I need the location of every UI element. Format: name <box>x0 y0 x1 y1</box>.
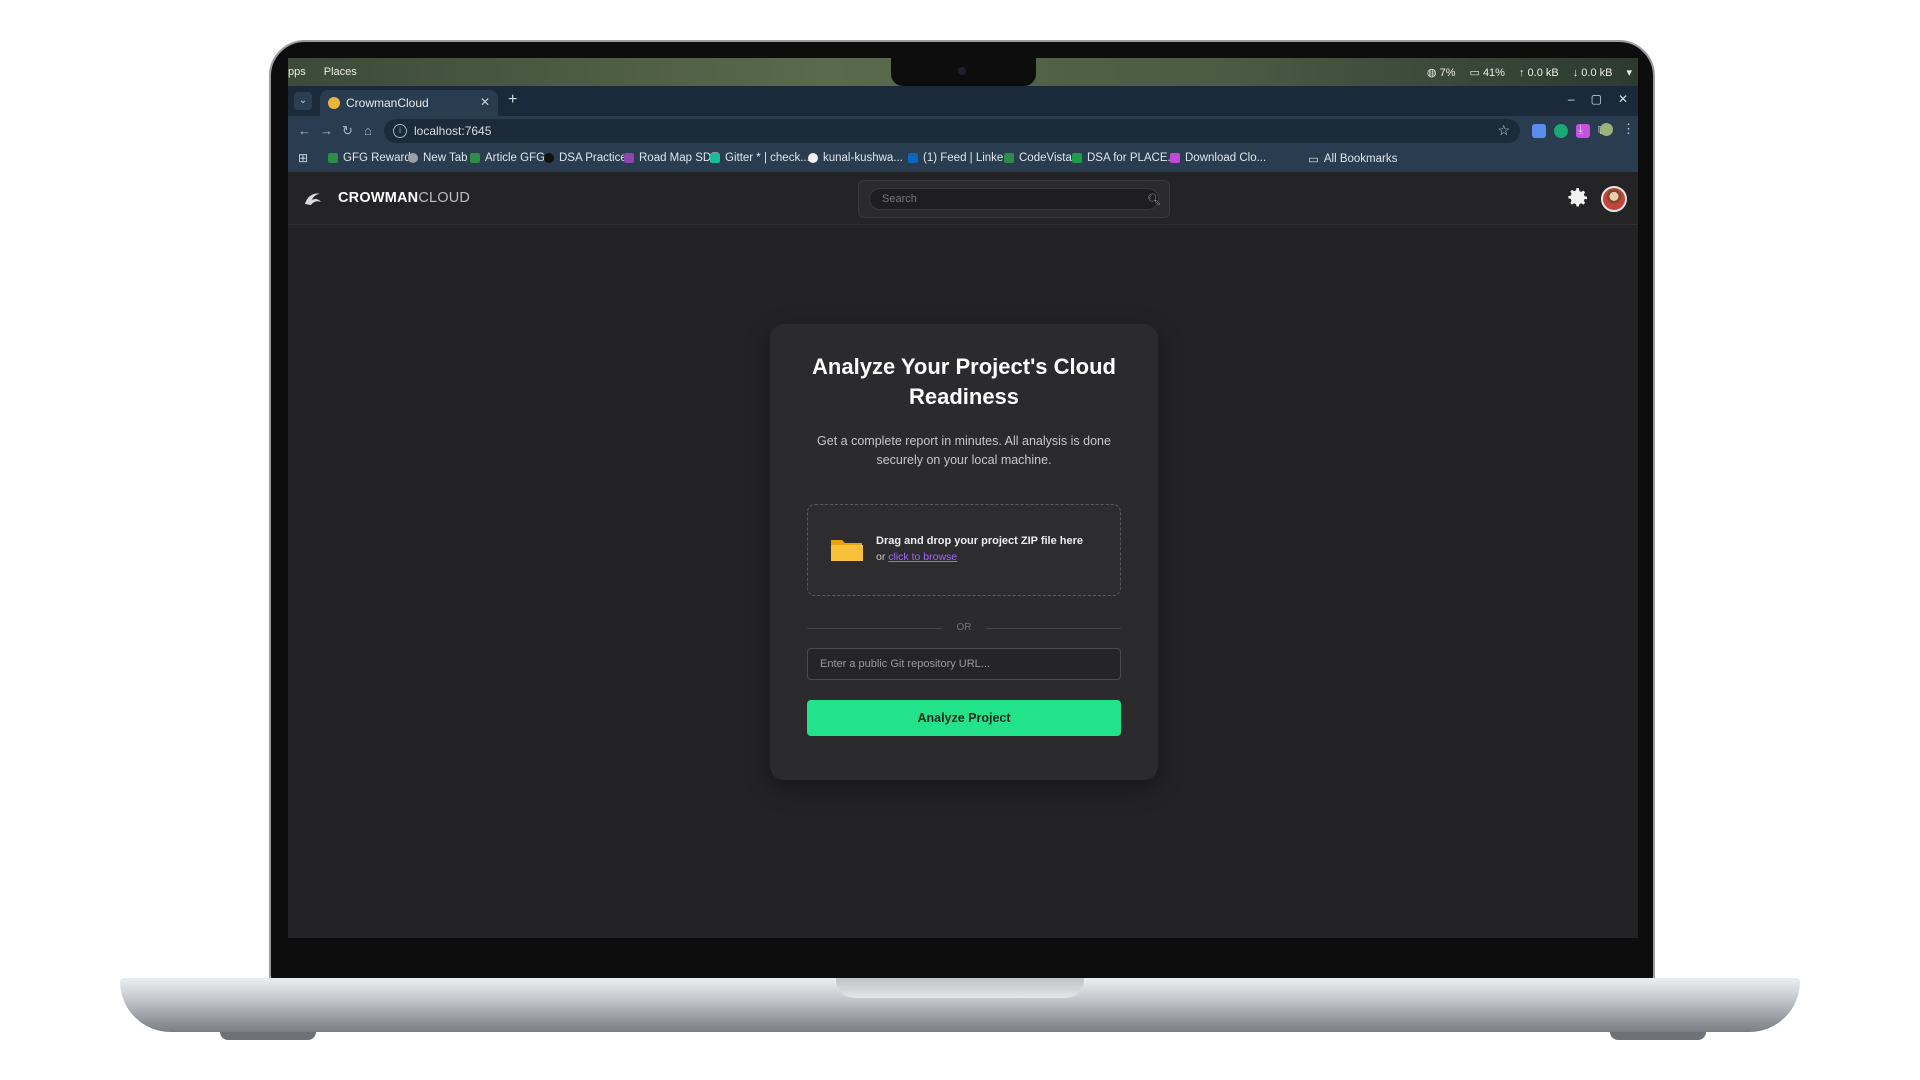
search-input[interactable] <box>869 188 1159 210</box>
bookmark-star-icon[interactable]: ☆ <box>1497 122 1510 139</box>
camera-icon <box>958 67 966 75</box>
search-container: 🔍︎ <box>858 180 1170 218</box>
crow-logo-icon <box>305 193 321 205</box>
minimize-icon[interactable]: – <box>1568 92 1575 106</box>
bookmark-item[interactable]: kunal-kushwa... <box>808 152 903 164</box>
bookmark-favicon-icon <box>328 153 338 163</box>
os-places-menu[interactable]: Places <box>324 66 357 78</box>
apps-grid-icon[interactable]: ⊞ <box>298 152 310 164</box>
tab-search-chevron-icon[interactable]: ⌄ <box>294 92 312 110</box>
settings-gear-icon[interactable] <box>1566 186 1590 210</box>
reload-icon[interactable]: ↻ <box>342 123 353 139</box>
back-arrow-icon[interactable]: ← <box>298 123 311 138</box>
tab-favicon-icon <box>328 97 340 109</box>
github-icon <box>808 153 818 163</box>
laptop-base-notch <box>836 978 1084 998</box>
bookmark-item[interactable]: CodeVista <box>1004 152 1072 164</box>
browser-menu-icon[interactable]: ⋮ <box>1622 121 1635 137</box>
brand-name[interactable]: CROWMANCLOUD <box>338 190 470 206</box>
laptop-foot-right <box>1610 1032 1706 1040</box>
bookmark-item[interactable]: Road Map SDE <box>624 152 719 164</box>
browser-tab-bar: ⌄ CrowmanCloud ✕ + – ▢ ✕ <box>288 86 1638 116</box>
browse-link[interactable]: click to browse <box>888 551 957 563</box>
app-root: CROWMANCLOUD 🔍︎ Analyze Your Project's C… <box>288 172 1638 938</box>
wifi-icon[interactable]: ▾ <box>1626 66 1632 79</box>
bookmark-item[interactable]: Download Clo... <box>1170 152 1266 164</box>
bookmark-favicon-icon <box>624 153 634 163</box>
maximize-icon[interactable]: ▢ <box>1591 92 1602 106</box>
bookmark-item[interactable]: Gitter * | check... <box>710 152 810 164</box>
bookmarks-bar: ⊞ GFG Reward New Tab Article GFG DSA Pra… <box>288 146 1638 172</box>
download-icon[interactable]: ⤓ <box>1578 122 1583 137</box>
folder-icon <box>831 540 863 561</box>
bookmark-item[interactable]: DSA Practice <box>544 152 627 164</box>
folder-icon: ▭ <box>1308 154 1319 166</box>
cpu-status: ◍ 7% <box>1426 67 1456 79</box>
upload-card: Analyze Your Project's Cloud Readiness G… <box>770 324 1158 780</box>
bookmark-favicon-icon <box>710 153 720 163</box>
all-bookmarks[interactable]: ▭ All Bookmarks <box>1308 152 1397 166</box>
screen: pps Places ◍ 7% ▭ 41% ↑ 0.0 kB ↓ 0.0 kB … <box>288 58 1638 938</box>
memory-status: ▭ 41% <box>1469 67 1505 79</box>
browser-tab[interactable]: CrowmanCloud ✕ <box>320 90 498 116</box>
download-status: ↓ 0.0 kB <box>1572 66 1613 79</box>
analyze-project-button[interactable]: Analyze Project <box>807 700 1121 736</box>
bookmark-favicon-icon <box>1170 153 1180 163</box>
close-tab-icon[interactable]: ✕ <box>480 95 490 109</box>
bookmark-favicon-icon <box>1072 153 1082 163</box>
bookmark-favicon-icon <box>1004 153 1014 163</box>
card-title: Analyze Your Project's Cloud Readiness <box>812 354 1116 409</box>
dropzone-or-line: or click to browse <box>876 551 958 563</box>
new-tab-icon[interactable]: + <box>508 91 517 109</box>
linkedin-icon <box>908 153 918 163</box>
zip-dropzone[interactable]: Drag and drop your project ZIP file here… <box>807 504 1121 596</box>
user-avatar[interactable] <box>1601 186 1627 212</box>
app-header: CROWMANCLOUD 🔍︎ <box>288 172 1638 225</box>
laptop-foot-left <box>220 1032 316 1040</box>
address-bar[interactable]: i localhost:7645 ☆ <box>384 119 1520 143</box>
upload-status: ↑ 0.0 kB <box>1518 66 1559 79</box>
grammarly-icon[interactable] <box>1554 124 1568 138</box>
home-icon[interactable]: ⌂ <box>364 123 372 138</box>
profile-icon[interactable] <box>1600 123 1613 136</box>
bookmark-item[interactable]: GFG Reward <box>328 152 411 164</box>
site-info-icon[interactable]: i <box>393 124 407 138</box>
divider-line-right <box>986 628 1121 629</box>
bookmark-item[interactable]: DSA for PLACE... <box>1072 152 1177 164</box>
bookmark-favicon-icon <box>408 153 418 163</box>
forward-arrow-icon[interactable]: → <box>320 123 333 138</box>
bookmark-favicon-icon <box>470 153 480 163</box>
tab-title: CrowmanCloud <box>346 96 429 110</box>
or-divider: OR <box>807 622 1121 634</box>
card-subtitle: Get a complete report in minutes. All an… <box>817 434 1111 467</box>
address-url: localhost:7645 <box>414 124 492 138</box>
git-url-input[interactable] <box>807 648 1121 680</box>
bookmark-item[interactable]: New Tab <box>408 152 468 164</box>
os-apps-menu[interactable]: pps <box>288 66 306 78</box>
extension-icon[interactable] <box>1532 124 1546 138</box>
dropzone-instruction: Drag and drop your project ZIP file here <box>876 535 1084 547</box>
bookmark-item[interactable]: Article GFG <box>470 152 545 164</box>
browser-toolbar: ← → ↻ ⌂ i localhost:7645 ☆ ⧉ <box>288 116 1638 146</box>
bookmark-favicon-icon <box>544 153 554 163</box>
bookmark-item[interactable]: (1) Feed | Linke... <box>908 152 1013 164</box>
close-window-icon[interactable]: ✕ <box>1618 92 1628 106</box>
search-icon[interactable]: 🔍︎ <box>1147 193 1161 206</box>
